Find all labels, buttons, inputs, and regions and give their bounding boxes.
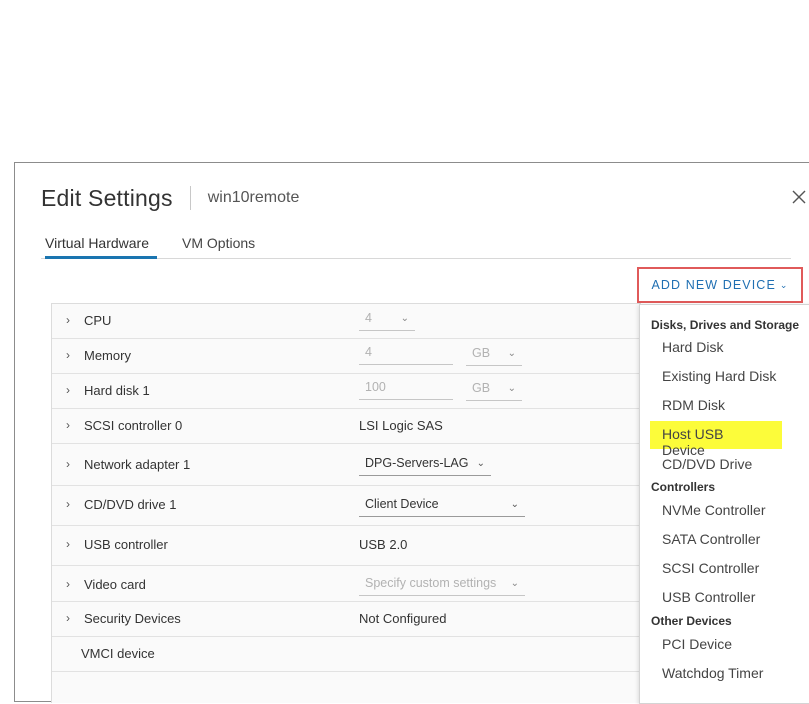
cddvd-select[interactable]: Client Device ⌄ [359,497,525,517]
menu-item-sata-controller[interactable]: SATA Controller [662,531,760,547]
tab-virtual-hardware[interactable]: Virtual Hardware [45,235,157,259]
add-new-device-button[interactable]: ADD NEW DEVICE ⌄ [637,267,803,303]
hardware-row-memory: › Memory 4 GB ⌄ [52,339,640,374]
expand-chevron-icon[interactable]: › [66,348,70,362]
scsi-type-value: LSI Logic SAS [359,418,443,433]
hardware-row-scsi: › SCSI controller 0 LSI Logic SAS [52,409,640,444]
disk-unit-value: GB [472,381,491,395]
memory-unit-value: GB [472,346,491,360]
memory-size-input[interactable]: 4 [359,345,453,365]
row-label: CD/DVD drive 1 [84,497,177,512]
edit-settings-dialog: Edit Settings win10remote Virtual Hardwa… [14,162,809,704]
dialog-header: Edit Settings win10remote [41,183,299,213]
row-label: USB controller [84,537,168,552]
usb-controller-value: USB 2.0 [359,537,408,552]
row-label: Network adapter 1 [84,457,191,472]
row-label: Hard disk 1 [84,383,150,398]
row-label: SCSI controller 0 [84,418,183,433]
security-devices-value: Not Configured [359,611,447,626]
menu-item-rdm-disk[interactable]: RDM Disk [662,397,725,413]
video-card-value: Specify custom settings [365,576,497,590]
cpu-count-select[interactable]: 4 ⌄ [359,311,415,331]
hardware-row-hard-disk: › Hard disk 1 100 GB ⌄ [52,374,640,409]
hardware-list: › CPU 4 ⌄ › Memory 4 GB ⌄ › Hard disk 1 … [51,303,641,703]
title-divider [189,186,191,210]
chevron-down-icon: ⌄ [507,348,516,359]
menu-item-existing-hard-disk[interactable]: Existing Hard Disk [662,368,776,384]
expand-chevron-icon[interactable]: › [66,383,70,397]
hardware-row-video: › Video card Specify custom settings ⌄ [52,566,640,602]
menu-item-pci-device[interactable]: PCI Device [662,636,732,652]
hardware-row-usb: › USB controller USB 2.0 [52,526,640,566]
tab-bar: Virtual Hardware VM Options [41,233,791,259]
menu-item-usb-controller[interactable]: USB Controller [662,589,755,605]
menu-item-nvme-controller[interactable]: NVMe Controller [662,502,765,518]
chevron-down-icon: ⌄ [507,383,516,394]
hardware-row-security: › Security Devices Not Configured [52,602,640,637]
menu-item-host-usb-device[interactable]: Host USB Device [650,421,782,458]
chevron-down-icon: ⌄ [510,499,519,510]
expand-chevron-icon[interactable]: › [66,611,70,625]
chevron-down-icon: ⌄ [476,458,485,469]
video-card-select[interactable]: Specify custom settings ⌄ [359,576,525,596]
row-label: VMCI device [81,646,155,661]
network-select[interactable]: DPG-Servers-LAG ⌄ [359,456,491,476]
cpu-count-value: 4 [365,311,372,325]
close-button[interactable] [789,187,809,207]
row-label: Memory [84,348,131,363]
expand-chevron-icon[interactable]: › [66,457,70,471]
chevron-down-icon: ⌄ [510,578,519,589]
disk-size-input[interactable]: 100 [359,380,453,400]
menu-item-watchdog-timer[interactable]: Watchdog Timer [662,665,763,681]
hardware-row-network: › Network adapter 1 DPG-Servers-LAG ⌄ [52,444,640,486]
row-label: Security Devices [84,611,181,626]
close-icon [792,190,806,204]
menu-item-hard-disk[interactable]: Hard Disk [662,339,723,355]
network-value: DPG-Servers-LAG [365,456,469,470]
expand-chevron-icon[interactable]: › [66,497,70,511]
add-device-menu: Disks, Drives and Storage Hard Disk Exis… [639,304,809,704]
chevron-down-icon: ⌄ [779,279,789,290]
hardware-row-cddvd: › CD/DVD drive 1 Client Device ⌄ [52,486,640,526]
expand-chevron-icon[interactable]: › [66,418,70,432]
hardware-row-vmci: VMCI device [52,637,640,672]
dialog-title: Edit Settings [41,184,173,211]
memory-unit-select[interactable]: GB ⌄ [466,346,522,366]
menu-item-scsi-controller[interactable]: SCSI Controller [662,560,759,576]
vm-name: win10remote [207,189,300,206]
row-label: Video card [84,577,146,592]
expand-chevron-icon[interactable]: › [66,313,70,327]
menu-item-cd-dvd-drive[interactable]: CD/DVD Drive [662,456,752,472]
expand-chevron-icon[interactable]: › [66,537,70,551]
hardware-row-cpu: › CPU 4 ⌄ [52,304,640,339]
cddvd-value: Client Device [365,497,439,511]
add-new-device-label: ADD NEW DEVICE [651,278,776,292]
menu-group-controllers: Controllers [651,480,716,494]
chevron-down-icon: ⌄ [400,313,409,324]
row-label: CPU [84,313,112,328]
menu-group-other: Other Devices [651,614,732,628]
tab-vm-options[interactable]: VM Options [182,235,255,259]
expand-chevron-icon[interactable]: › [66,577,70,591]
menu-group-disks: Disks, Drives and Storage [651,318,800,332]
disk-unit-select[interactable]: GB ⌄ [466,381,522,401]
